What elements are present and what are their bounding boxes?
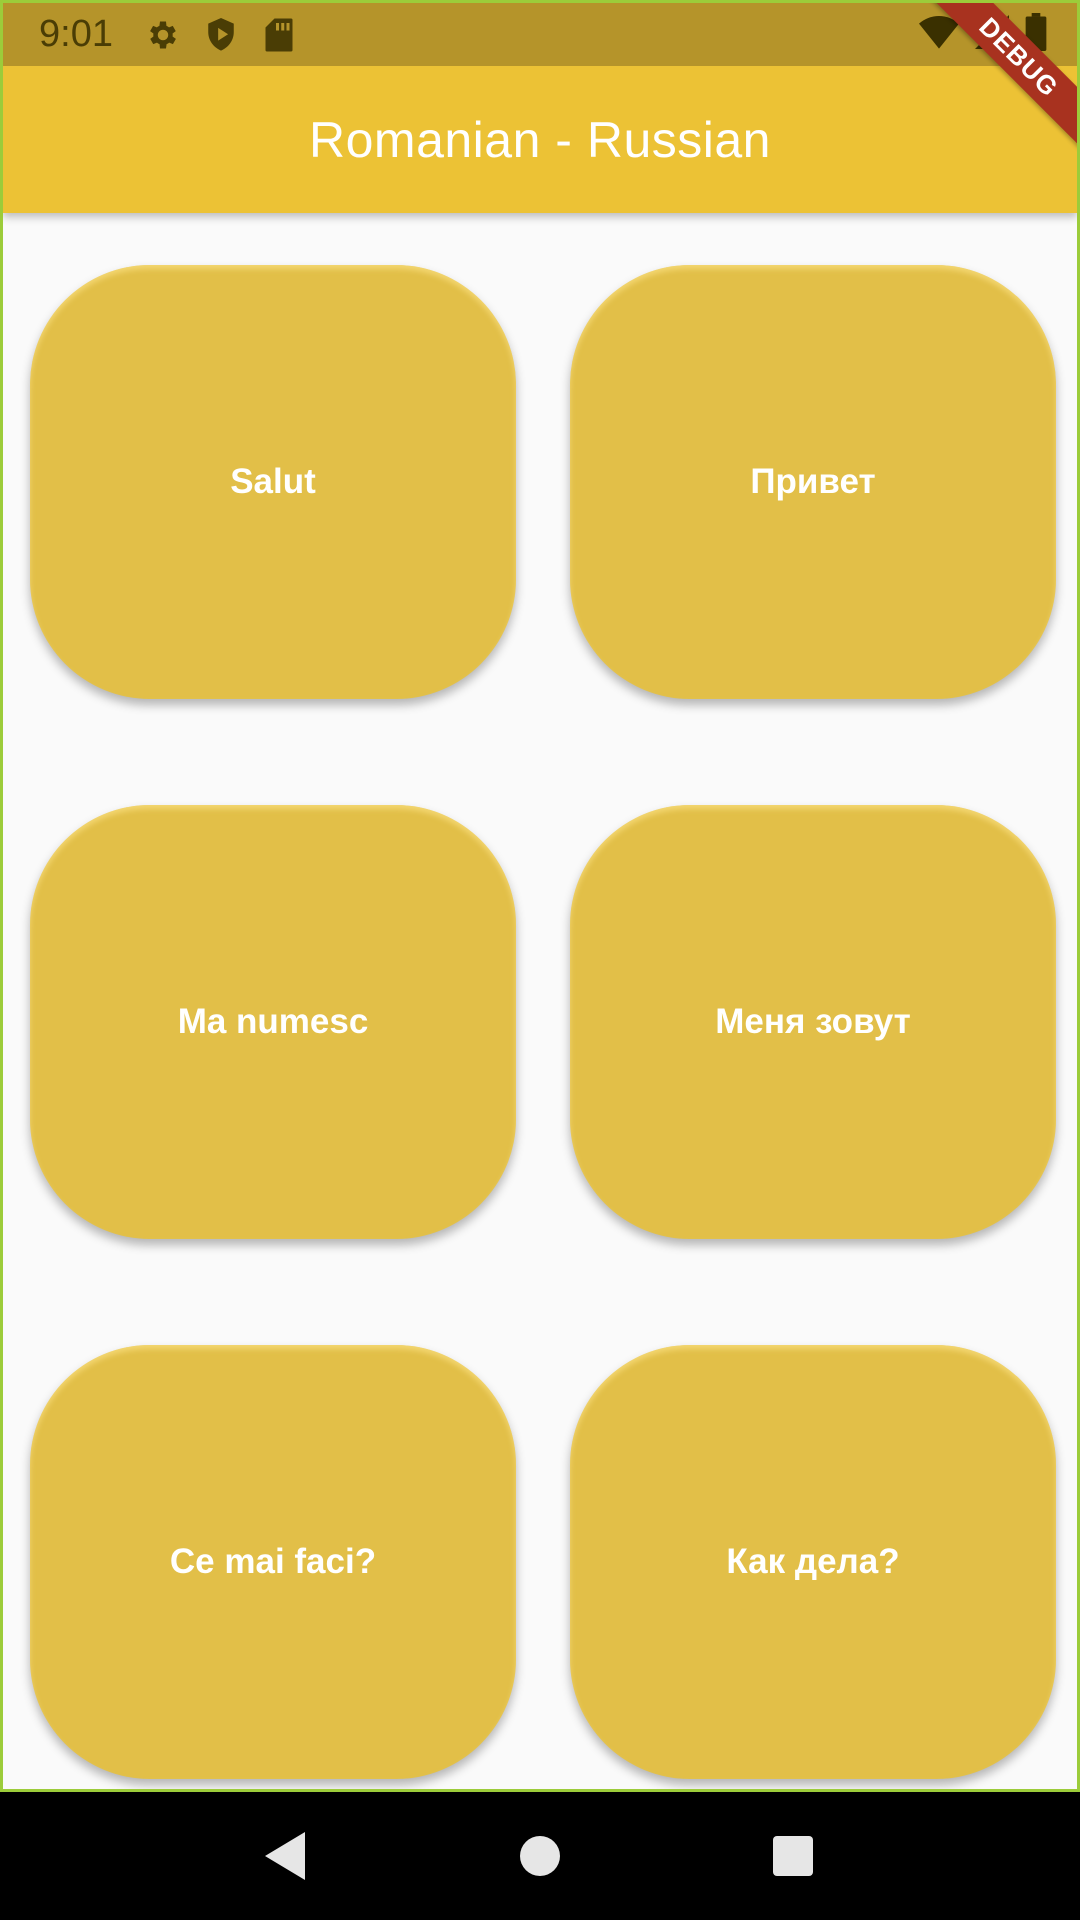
phrase-grid: Salut Привет Ma numesc Меня зовут Ce mai… xyxy=(3,213,1077,1789)
status-right xyxy=(919,3,1047,66)
phrase-card-salut[interactable]: Salut xyxy=(30,265,516,699)
phrase-card-ma-numesc[interactable]: Ma numesc xyxy=(30,805,516,1239)
phrase-card-kak-dela[interactable]: Как дела? xyxy=(570,1345,1056,1779)
recents-icon[interactable] xyxy=(763,1826,823,1886)
phrase-card-menya-zovut[interactable]: Меня зовут xyxy=(570,805,1056,1239)
phrase-card-label: Как дела? xyxy=(726,1542,900,1581)
status-bar: 9:01 xyxy=(3,3,1077,66)
battery-icon xyxy=(1025,13,1047,56)
app-bar: Romanian - Russian xyxy=(3,66,1077,213)
phrase-card-ce-mai-faci[interactable]: Ce mai faci? xyxy=(30,1345,516,1779)
phrase-card-label: Меня зовут xyxy=(715,1002,911,1041)
phrase-card-label: Ma numesc xyxy=(177,1002,369,1041)
home-icon[interactable] xyxy=(510,1826,570,1886)
phrase-card-label: Salut xyxy=(230,462,316,501)
phrase-card-label: Привет xyxy=(750,462,876,501)
back-icon[interactable] xyxy=(257,1826,317,1886)
navigation-bar xyxy=(0,1792,1080,1920)
sd-card-icon xyxy=(259,15,299,55)
shield-play-icon xyxy=(201,15,241,55)
app-frame: 9:01 Romanian - Russian DEBUG Salut Прив… xyxy=(0,0,1080,1792)
app-title: Romanian - Russian xyxy=(309,111,771,168)
signal-icon xyxy=(975,15,1009,54)
gear-icon xyxy=(143,15,183,55)
phone-screen: 9:01 Romanian - Russian DEBUG Salut Прив… xyxy=(0,0,1080,1920)
wifi-icon xyxy=(919,15,959,54)
phrase-card-privet[interactable]: Привет xyxy=(570,265,1056,699)
phrase-card-label: Ce mai faci? xyxy=(169,1542,377,1581)
status-time: 9:01 xyxy=(39,13,113,55)
